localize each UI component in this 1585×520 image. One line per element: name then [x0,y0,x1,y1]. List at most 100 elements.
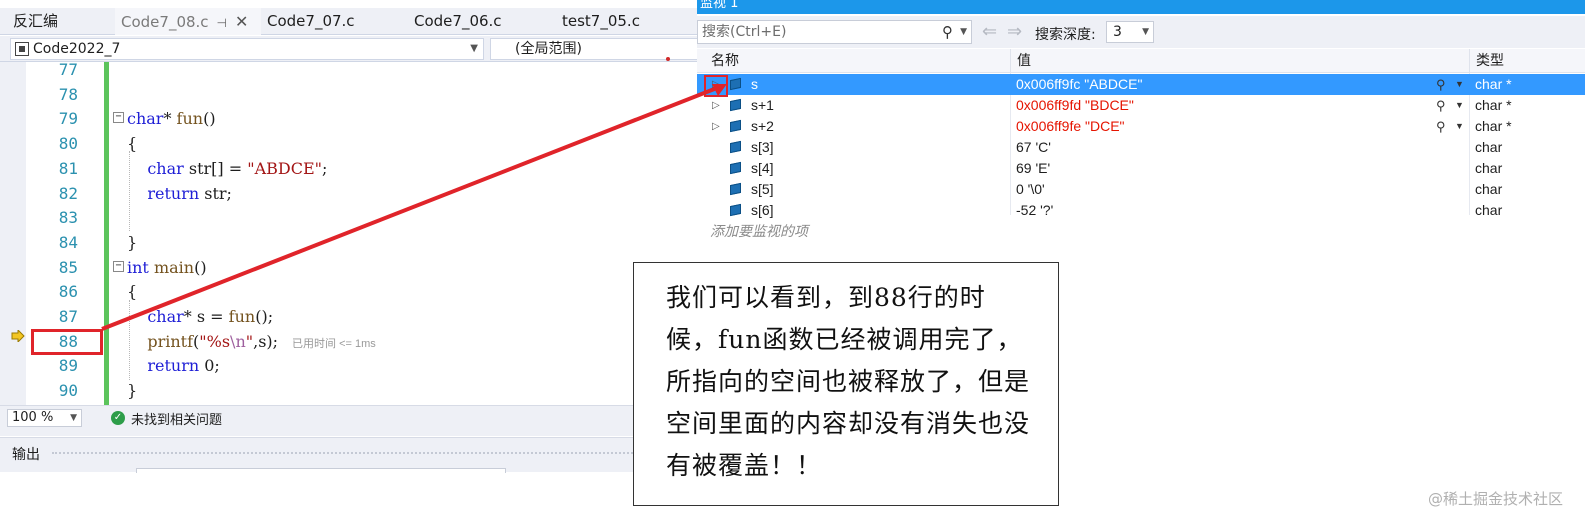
code-token: char [147,158,184,178]
collapse-icon[interactable]: − [113,112,124,123]
watch-type: char [1475,160,1503,176]
search-depth-dropdown[interactable]: 3 ▼ [1106,21,1154,43]
code-token: str; [199,183,232,203]
text-visualizer-icon[interactable]: ⚲ [1436,74,1446,95]
watch-row[interactable]: ▷ s+2 0x006ff9fe "DCE" ⚲ ▼ char * [697,116,1585,137]
chevron-down-icon[interactable]: ▼ [1455,95,1464,116]
line-number: 85 [58,257,78,277]
code-token: { [127,282,138,302]
pin-icon[interactable]: ⊣ [217,16,227,30]
watch-value: 69 'E' [1016,160,1051,176]
document-tab-bar: 反汇编 Code7_08.c ⊣ ✕ Code7_07.c Code7_06.c t… [0,8,697,35]
watermark: @稀土掘金技术社区 [1427,490,1563,508]
column-type-header[interactable]: 类型 [1469,49,1504,73]
line-number: 84 [58,232,78,252]
watch-type: char [1475,139,1503,155]
column-name-header[interactable]: 名称 [705,49,739,73]
watch-value: -52 '?' [1016,202,1054,218]
column-value-header[interactable]: 值 [1010,49,1031,73]
code-text: } [127,379,137,403]
close-icon[interactable]: ✕ [235,12,248,31]
arrow-right-icon[interactable]: ⇒ [1007,21,1022,42]
code-text: char str[] = "ABDCE"; [127,157,327,181]
issues-status[interactable]: 未找到相关问题 [131,409,222,428]
watch-row[interactable]: s[3] 67 'C' char [697,137,1585,158]
code-token: char [147,307,184,326]
watch-search-input[interactable]: 搜索(Ctrl+E) ⚲ ▼ [697,20,972,44]
variable-icon [730,203,741,217]
watch-value: 0x006ff9fd "BDCE" [1016,97,1134,113]
tab-code7-06[interactable]: Code7_06.c [414,8,502,35]
code-token: fun [228,307,256,326]
watch-type: char * [1475,76,1512,92]
search-icon[interactable]: ⚲ [942,21,953,43]
code-token: () [194,257,207,277]
text-visualizer-icon[interactable]: ⚲ [1436,95,1446,116]
code-token: "%s [199,331,231,351]
code-token: main [153,257,195,277]
tab-disassembly[interactable]: 反汇编 [13,8,58,35]
code-token: ; [322,158,328,178]
output-title[interactable]: 输出 [12,444,40,464]
project-dropdown[interactable]: Code2022_7 ▼ [10,38,484,60]
watch-row[interactable]: ▷ s 0x006ff9fc "ABDCE" ⚲ ▼ char * [697,74,1585,95]
editor-status-bar: 100 % ▼ ✓ 未找到相关问题 [0,405,697,429]
code-token: * [163,109,177,129]
expand-arrow-icon[interactable]: ▷ [712,95,720,116]
explanation-callout: 我们可以看到，到88行的时候，fun函数已经被调用完了，所指向的空间也被释放了，… [633,262,1059,506]
watch-window: 监视 1 搜索(Ctrl+E) ⚲ ▼ ⇐ ⇒ 搜索深度: 3 ▼ 名称 值 类… [697,0,1585,245]
text-visualizer-icon[interactable]: ⚲ [1436,116,1446,137]
tab-test7-05[interactable]: test7_05.c [562,8,640,35]
chevron-down-icon: ▼ [470,43,478,54]
watch-name: s+2 [751,118,774,134]
chevron-down-icon[interactable]: ▼ [1455,116,1464,137]
watch-row[interactable]: s[5] 0 '\0' char [697,179,1585,200]
chevron-down-icon[interactable]: ▼ [1455,74,1464,95]
code-token: char [127,109,164,129]
scroll-marker [666,57,670,61]
expand-arrow-icon[interactable]: ▷ [712,74,720,95]
code-text: return str; [127,182,232,206]
code-token: " [245,331,254,351]
output-toolbar-edge [136,468,506,473]
variable-icon [730,119,741,133]
line-number: 89 [58,356,78,376]
tab-label: Code7_07.c [267,12,355,30]
variable-icon [730,98,741,112]
arrow-left-icon[interactable]: ⇐ [982,21,997,42]
change-tracking-bar [104,62,109,405]
zoom-value: 100 % [12,410,54,425]
watch-name: s+1 [751,97,774,113]
code-token: fun [176,109,204,129]
variable-icon [730,161,741,175]
watch-name: s[6] [751,202,774,218]
code-token: * s = [183,307,229,326]
line-number: 86 [58,282,78,302]
code-token: \n [230,331,246,351]
watch-row[interactable]: ▷ s+1 0x006ff9fd "BDCE" ⚲ ▼ char * [697,95,1585,116]
zoom-dropdown[interactable]: 100 % ▼ [7,409,82,427]
tab-code7-08[interactable]: Code7_08.c ⊣ ✕ [115,8,261,35]
line-number: 82 [58,183,78,203]
expand-arrow-icon[interactable]: ▷ [712,116,720,137]
code-text: char* s = fun(); [127,305,273,329]
code-token: int [127,257,149,277]
line-number: 78 [58,84,78,104]
watch-row[interactable]: s[4] 69 'E' char [697,158,1585,179]
add-watch-item[interactable]: 添加要监视的项 [710,221,808,241]
tab-label: Code7_08.c [121,13,209,31]
watch-row[interactable]: s[6] -52 '?' char [697,200,1585,221]
code-text: } [127,231,137,255]
horizontal-scrollbar[interactable] [0,428,697,436]
watch-type: char [1475,181,1503,197]
line-number: 90 [58,381,78,401]
watch-value: 0x006ff9fe "DCE" [1016,118,1125,134]
chevron-down-icon[interactable]: ▼ [960,21,967,43]
code-token: ,s); [253,331,279,351]
tab-code7-07[interactable]: Code7_07.c [267,8,355,35]
collapse-icon[interactable]: − [113,261,124,272]
callout-text: 我们可以看到，到88行的时候，fun函数已经被调用完了，所指向的空间也被释放了，… [666,283,1031,480]
code-text: return 0; [127,354,219,378]
code-text: char* fun() [127,107,216,131]
